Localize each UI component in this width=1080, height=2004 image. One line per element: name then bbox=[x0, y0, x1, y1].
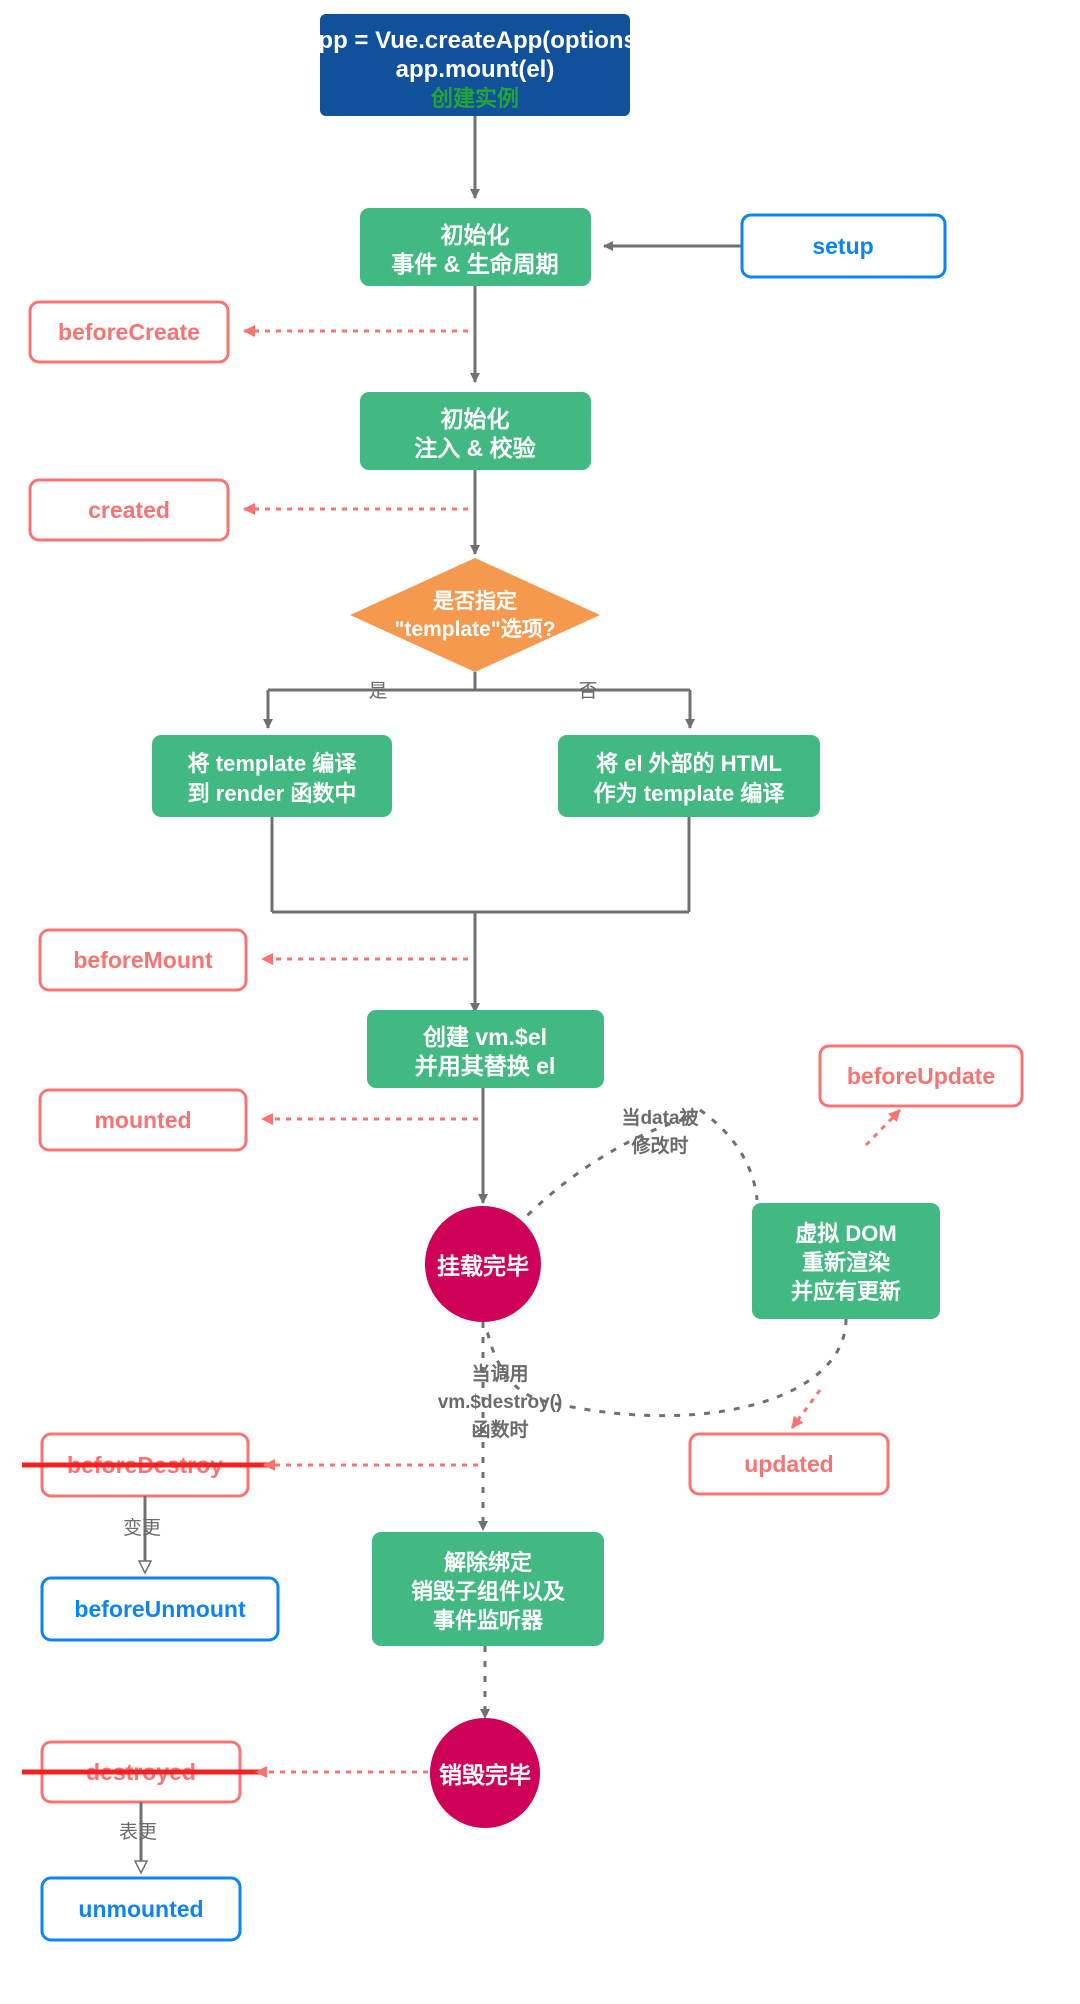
edge-label-destroy-2: vm.$destroy() bbox=[438, 1392, 563, 1413]
create-vmel-line2: 并用其替换 el bbox=[415, 1053, 556, 1079]
compile-el-html-line2: 作为 template 编译 bbox=[594, 781, 786, 806]
node-init-inject: 初始化 注入 & 校验 bbox=[360, 392, 591, 470]
hook-unmounted: unmounted bbox=[40, 1876, 242, 1942]
node-decision-template: 是否指定 "template"选项? bbox=[350, 558, 600, 672]
edge-data-change-to-vdom bbox=[699, 1108, 759, 1201]
destroyed-circle-label: 销毁完毕 bbox=[439, 1762, 531, 1788]
hook-before-update: beforeUpdate bbox=[818, 1044, 1024, 1108]
edge-to-updated bbox=[790, 1389, 822, 1429]
edge-compile-merge bbox=[270, 817, 691, 1013]
hook-before-destroy: beforeDestroy bbox=[22, 1432, 268, 1498]
create-app-line2: app.mount(el) bbox=[396, 56, 555, 83]
node-compile-el-html: 将 el 外部的 HTML 作为 template 编译 bbox=[558, 735, 820, 817]
created-label: created bbox=[88, 497, 170, 523]
create-app-line1: app = Vue.createApp(options) bbox=[305, 27, 645, 54]
node-destroyed-circle: 销毁完毕 bbox=[430, 1718, 540, 1828]
node-create-app: app = Vue.createApp(options) app.mount(e… bbox=[305, 14, 645, 116]
node-compile-template: 将 template 编译 到 render 函数中 bbox=[152, 735, 392, 817]
compile-el-html-line1: 将 el 外部的 HTML bbox=[596, 751, 782, 776]
before-create-label: beforeCreate bbox=[58, 319, 200, 345]
init-inject-line1: 初始化 bbox=[441, 406, 510, 432]
edge-label-destroy-3: 函数时 bbox=[471, 1418, 528, 1441]
teardown-line3: 事件监听器 bbox=[433, 1608, 544, 1633]
decision-diamond bbox=[350, 558, 600, 672]
init-events-line2: 事件 & 生命周期 bbox=[391, 251, 558, 277]
compile-template-line2: 到 render 函数中 bbox=[188, 781, 357, 806]
node-teardown: 解除绑定 销毁子组件以及 事件监听器 bbox=[372, 1532, 604, 1646]
mounted-label: mounted bbox=[94, 1107, 191, 1133]
hook-before-create: beforeCreate bbox=[28, 300, 230, 364]
create-app-line3: 创建实例 bbox=[430, 86, 519, 111]
mounted-circle-label: 挂载完毕 bbox=[437, 1253, 529, 1279]
edge-label-no: 否 bbox=[578, 681, 597, 702]
edge-data-change bbox=[515, 1116, 691, 1228]
node-setup: setup bbox=[740, 213, 947, 279]
hook-before-mount: beforeMount bbox=[38, 928, 248, 992]
hook-created: created bbox=[28, 478, 230, 542]
teardown-line1: 解除绑定 bbox=[444, 1550, 532, 1575]
node-mounted-circle: 挂载完毕 bbox=[425, 1206, 541, 1322]
hook-updated: updated bbox=[688, 1432, 890, 1496]
before-update-label: beforeUpdate bbox=[847, 1063, 995, 1089]
edge-to-before-update bbox=[864, 1108, 902, 1147]
virtual-dom-line3: 并应有更新 bbox=[791, 1279, 901, 1304]
node-create-vmel: 创建 vm.$el 并用其替换 el bbox=[367, 1010, 604, 1088]
edge-label-rename-1: 变更 bbox=[123, 1517, 161, 1539]
init-inject-line2: 注入 & 校验 bbox=[414, 435, 535, 461]
edge-label-yes: 是 bbox=[368, 681, 387, 702]
init-events-line1: 初始化 bbox=[441, 222, 510, 248]
decision-line2: "template"选项? bbox=[394, 618, 555, 641]
edge-label-data-change-1: 当data被 bbox=[621, 1106, 698, 1129]
decision-line1: 是否指定 bbox=[433, 589, 517, 613]
virtual-dom-line2: 重新渲染 bbox=[802, 1250, 890, 1275]
virtual-dom-line1: 虚拟 DOM bbox=[795, 1221, 896, 1246]
teardown-line2: 销毁子组件以及 bbox=[411, 1579, 566, 1604]
create-vmel-line1: 创建 vm.$el bbox=[422, 1024, 547, 1050]
updated-label: updated bbox=[744, 1451, 833, 1477]
before-unmount-label: beforeUnmount bbox=[74, 1596, 246, 1622]
edge-label-rename-2: 表更 bbox=[119, 1821, 157, 1843]
compile-template-line1: 将 template 编译 bbox=[188, 751, 358, 776]
edge-label-destroy-1: 当调用 bbox=[471, 1362, 528, 1385]
hook-mounted: mounted bbox=[38, 1088, 248, 1152]
vue-lifecycle-diagram: app = Vue.createApp(options) app.mount(e… bbox=[22, 14, 1024, 1942]
edge-label-data-change-2: 修改时 bbox=[630, 1134, 688, 1157]
before-mount-label: beforeMount bbox=[73, 947, 213, 973]
node-init-events: 初始化 事件 & 生命周期 bbox=[360, 208, 591, 286]
node-virtual-dom: 虚拟 DOM 重新渲染 并应有更新 bbox=[752, 1203, 940, 1319]
hook-destroyed: destroyed bbox=[22, 1740, 260, 1804]
hook-before-unmount: beforeUnmount bbox=[40, 1576, 280, 1642]
unmounted-label: unmounted bbox=[78, 1896, 203, 1922]
edge-decision-branches bbox=[263, 672, 695, 729]
setup-label: setup bbox=[812, 233, 873, 259]
